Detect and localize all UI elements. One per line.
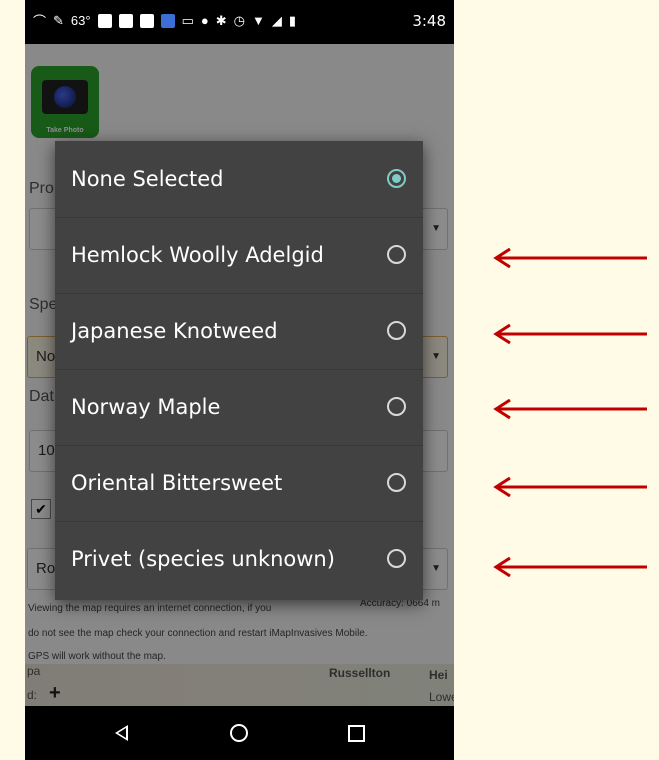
species-picker-dialog: None Selected Hemlock Woolly Adelgid Jap… (55, 141, 423, 600)
radio-unchecked-icon[interactable] (387, 473, 406, 492)
option-label: Hemlock Woolly Adelgid (71, 243, 324, 267)
cast-icon: ▭ (181, 12, 194, 28)
home-button[interactable] (219, 716, 259, 750)
annotation-arrow-4 (493, 477, 647, 497)
status-icons: ⌒ ✎ 63° ▭ ● ✱ ◷ ▼ ◢ ▮ (33, 11, 296, 30)
clock: 3:48 (412, 12, 446, 30)
recents-button[interactable] (336, 716, 376, 750)
wrench-icon: ✎ (53, 12, 64, 28)
annotation-arrow-3 (493, 399, 647, 419)
option-label: Oriental Bittersweet (71, 471, 283, 495)
square-icon (118, 13, 133, 28)
gift-icon (160, 13, 175, 28)
option-norway-maple[interactable]: Norway Maple (55, 369, 423, 446)
option-japanese-knotweed[interactable]: Japanese Knotweed (55, 293, 423, 370)
temperature-text: 63° (70, 13, 91, 28)
option-label: Japanese Knotweed (71, 319, 278, 343)
signal-icon: ⌒ (33, 14, 47, 29)
back-icon (114, 725, 128, 741)
annotation-arrow-1 (493, 248, 647, 268)
annotation-arrow-2 (493, 324, 647, 344)
option-oriental-bittersweet[interactable]: Oriental Bittersweet (55, 445, 423, 522)
navigation-bar (25, 706, 454, 760)
bluetooth-icon: ✱ (215, 12, 227, 28)
app-icon (139, 13, 154, 28)
back-button[interactable] (101, 716, 141, 750)
option-label: Norway Maple (71, 395, 221, 419)
image-icon (97, 13, 112, 28)
option-none-selected[interactable]: None Selected (55, 141, 423, 218)
radio-unchecked-icon[interactable] (387, 245, 406, 264)
radio-unchecked-icon[interactable] (387, 397, 406, 416)
option-label: Privet (species unknown) (71, 547, 335, 571)
location-icon: ● (200, 13, 209, 28)
status-bar: ⌒ ✎ 63° ▭ ● ✱ ◷ ▼ ◢ ▮ 3:48 (25, 0, 454, 44)
battery-icon: ▮ (288, 12, 297, 28)
radio-unchecked-icon[interactable] (387, 549, 406, 568)
recents-icon (347, 724, 365, 742)
radio-unchecked-icon[interactable] (387, 321, 406, 340)
home-icon (230, 724, 248, 742)
phone-screen: ⌒ ✎ 63° ▭ ● ✱ ◷ ▼ ◢ ▮ 3:48 Take Photo Pr… (25, 0, 454, 760)
cell-signal-icon: ◢ (271, 12, 282, 28)
wifi-icon: ▼ (252, 13, 265, 28)
radio-checked-icon[interactable] (387, 169, 406, 188)
option-label: None Selected (71, 167, 224, 191)
annotation-arrow-5 (493, 557, 647, 577)
option-hemlock-woolly-adelgid[interactable]: Hemlock Woolly Adelgid (55, 217, 423, 294)
alarm-icon: ◷ (233, 12, 245, 28)
option-privet[interactable]: Privet (species unknown) (55, 521, 423, 597)
